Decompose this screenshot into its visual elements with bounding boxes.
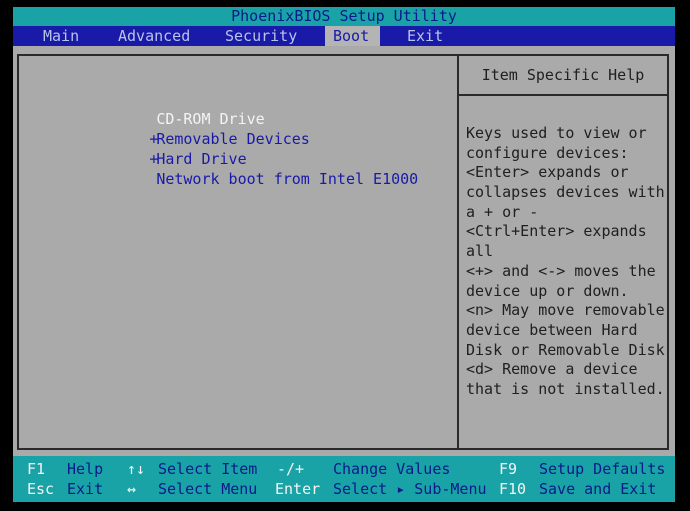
help-line: <Enter> expands or (466, 163, 629, 182)
app-title: PhoenixBIOS Setup Utility (231, 7, 457, 25)
help-title: Item Specific Help (481, 66, 645, 84)
help-text: Keys used to view or configure devices: … (466, 124, 665, 400)
panel-frame: CD-ROM Drive +Removable Devices +Hard Dr… (17, 54, 669, 450)
key-esc: Esc (27, 480, 55, 498)
help-line: <Ctrl+Enter> expands (466, 222, 647, 241)
key-updown-desc: Select Item (158, 460, 258, 478)
help-line: that is not installed. (466, 379, 665, 398)
left-right-arrow-icon: ↔ (127, 480, 137, 498)
menu-boot[interactable]: Boot (325, 26, 380, 46)
help-line: Keys used to view or (466, 124, 647, 142)
key-f9: F9 (499, 460, 518, 478)
boot-item-label: CD-ROM Drive (156, 110, 265, 128)
boot-item-label: Removable Devices (156, 130, 310, 148)
boot-panel: CD-ROM Drive +Removable Devices +Hard Dr… (13, 46, 675, 456)
help-divider (459, 94, 667, 96)
menu-bar: Main Advanced Security Boot Exit (13, 26, 675, 46)
help-line: <+> and <-> moves the (466, 261, 656, 280)
boot-item-label: Hard Drive (156, 150, 247, 168)
key-leftright-desc: Select Menu (158, 480, 258, 498)
key-minus-plus: -/+ (277, 460, 305, 478)
bios-screen: PhoenixBIOS Setup Utility Main Advanced … (0, 0, 690, 511)
boot-order-list: CD-ROM Drive +Removable Devices +Hard Dr… (59, 89, 418, 188)
up-down-arrows-icon: ↑↓ (127, 460, 146, 478)
help-line: Disk or Removable Disk (466, 340, 665, 359)
key-esc-desc: Exit (67, 480, 104, 498)
panel-divider (457, 56, 459, 448)
help-line: a + or - (466, 202, 539, 221)
menu-security[interactable]: Security (217, 26, 305, 46)
help-line: device between Hard (466, 320, 638, 339)
menu-main[interactable]: Main (35, 26, 87, 46)
key-legend: F1 Help ↑↓ Select Item -/+ Change Values… (13, 456, 675, 502)
menu-advanced[interactable]: Advanced (110, 26, 198, 46)
key-f10: F10 (499, 480, 527, 498)
title-bar: PhoenixBIOS Setup Utility (13, 7, 675, 26)
help-line: collapses devices with (466, 183, 665, 202)
boot-item-cdrom[interactable]: CD-ROM Drive (59, 89, 418, 128)
key-enter: Enter (275, 480, 321, 498)
key-f1-desc: Help (67, 460, 104, 478)
help-line: <d> Remove a device (466, 360, 638, 379)
help-line: configure devices: (466, 143, 629, 162)
menu-exit[interactable]: Exit (399, 26, 451, 46)
key-f9-desc: Setup Defaults (539, 460, 666, 478)
key-f10-desc: Save and Exit (539, 480, 657, 498)
help-line: device up or down. (466, 281, 629, 300)
help-line: all (466, 242, 494, 261)
boot-item-label: Network boot from Intel E1000 (156, 170, 419, 188)
key-enter-desc: Select ▸ Sub-Menu (333, 480, 487, 498)
key-f1: F1 (27, 460, 46, 478)
key-minus-plus-desc: Change Values (333, 460, 451, 478)
help-line: <n> May move removable (466, 301, 665, 320)
